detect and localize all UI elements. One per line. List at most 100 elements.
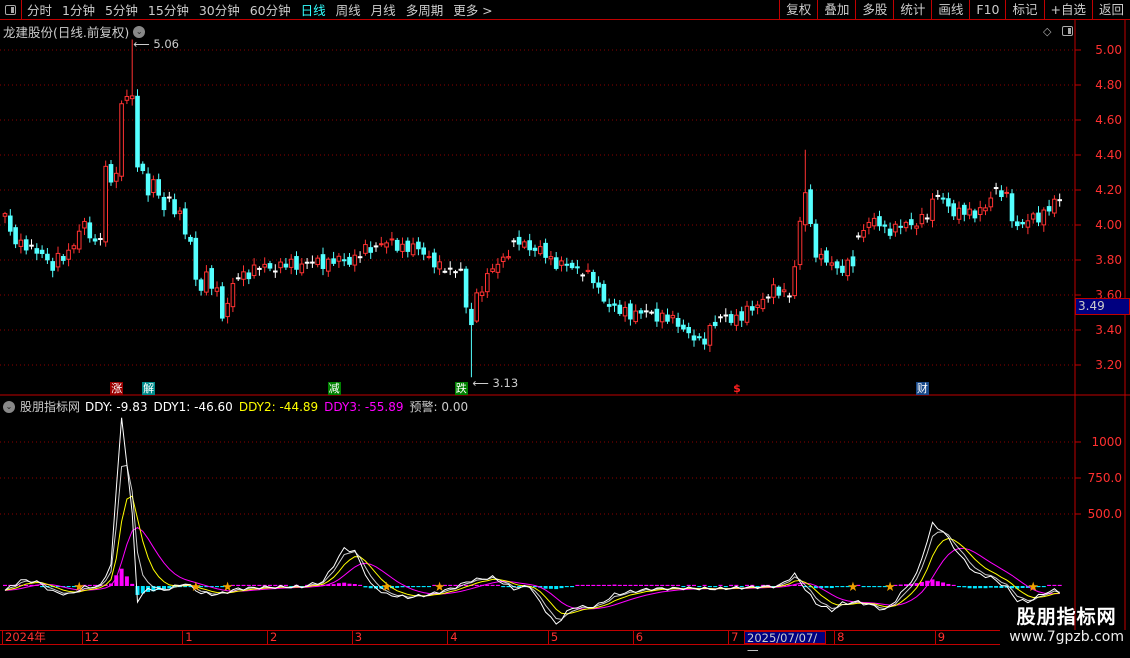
histogram-bar <box>559 586 564 589</box>
toolbar-button-2[interactable]: 多股 <box>855 0 893 20</box>
candle-body <box>98 238 103 241</box>
histogram-bar <box>66 586 71 588</box>
candle-body <box>506 256 511 259</box>
tab-period-10[interactable]: 更多 > <box>448 0 497 19</box>
candle-body <box>363 244 368 254</box>
candle-body <box>172 199 177 215</box>
candle-body <box>903 221 909 229</box>
tab-period-1[interactable]: 1分钟 <box>57 0 100 19</box>
candle-body <box>776 286 782 296</box>
histogram-bar <box>978 586 983 589</box>
candle-body <box>553 257 559 269</box>
tab-period-6[interactable]: 日线 <box>296 0 331 19</box>
layout-toggle-button[interactable] <box>0 0 22 20</box>
candle-body <box>495 263 501 273</box>
histogram-bar <box>999 586 1004 588</box>
star-icon: ★ <box>884 580 896 595</box>
candle-body <box>341 259 347 262</box>
tab-period-3[interactable]: 15分钟 <box>143 0 194 19</box>
tab-period-0[interactable]: 分时 <box>22 0 57 19</box>
candle-body <box>485 273 490 293</box>
histogram-bar <box>363 586 368 588</box>
histogram-bar <box>427 586 431 588</box>
toolbar-button-0[interactable]: 复权 <box>779 0 817 20</box>
tab-period-4[interactable]: 30分钟 <box>194 0 245 19</box>
histogram-bar <box>617 584 622 586</box>
candle-body <box>373 245 379 248</box>
candle-body <box>1009 193 1015 222</box>
chevron-down-icon[interactable]: ⌄ <box>3 400 15 413</box>
toolbar-button-5[interactable]: F10 <box>969 0 1005 20</box>
signal-marker[interactable]: 涨 <box>110 382 124 395</box>
histogram-bar <box>474 584 479 586</box>
toolbar-button-7[interactable]: +自选 <box>1043 0 1092 20</box>
price-axis-label: 4.60 <box>1095 113 1122 127</box>
tab-period-5[interactable]: 60分钟 <box>245 0 296 19</box>
candle-body <box>569 262 575 269</box>
candle-body <box>458 268 464 271</box>
tab-period-7[interactable]: 周线 <box>331 0 366 19</box>
candle-body <box>283 263 289 268</box>
histogram-bar <box>416 586 421 588</box>
candle-body <box>124 96 130 101</box>
signal-marker[interactable]: 跌 <box>454 382 468 395</box>
histogram-bar <box>124 576 129 586</box>
indicator-value: 预警: 0.00 <box>409 400 469 414</box>
histogram-bar <box>421 586 426 588</box>
signal-marker[interactable]: $ <box>730 382 743 395</box>
histogram-bar <box>670 584 675 586</box>
toolbar-button-4[interactable]: 画线 <box>931 0 969 20</box>
candle-body <box>400 243 405 252</box>
indicator-value: DDY1: -46.60 <box>153 400 233 414</box>
toolbar-button-8[interactable]: 返回 <box>1091 0 1130 20</box>
time-axis[interactable]: 2024年 12 1 2 3 4 5 6 7 2025/07/07/一 8 9 <box>0 630 1000 658</box>
candle-body <box>246 272 252 280</box>
candle-body <box>728 314 734 323</box>
toolbar-button-3[interactable]: 统计 <box>893 0 931 20</box>
histogram-bar <box>739 586 744 588</box>
candle-body <box>92 238 98 242</box>
histogram-bar <box>241 584 246 586</box>
candle-body <box>235 277 241 280</box>
signal-marker[interactable]: 减 <box>327 382 341 395</box>
candle-body <box>707 325 713 346</box>
indicator-name: 股朋指标网 <box>20 400 81 414</box>
time-axis-label: 12 <box>81 631 99 644</box>
histogram-bar <box>564 586 569 588</box>
toolbar-button-1[interactable]: 叠加 <box>817 0 855 20</box>
time-axis-label: 2024年 <box>2 631 46 644</box>
histogram-bar <box>1047 584 1052 586</box>
candle-body <box>898 225 904 228</box>
candle-body <box>1004 191 1010 194</box>
candle-body <box>453 271 458 274</box>
candle-body <box>919 213 925 225</box>
candle-body <box>734 314 739 326</box>
indicator-values: DDY: -9.83 DDY1: -46.60 DDY2: -44.89 DDY3: … <box>85 398 474 415</box>
toolbar-button-6[interactable]: 标记 <box>1005 0 1043 20</box>
histogram-bar <box>861 586 866 588</box>
tab-period-9[interactable]: 多周期 <box>401 0 449 19</box>
chart-title: 龙建股份(日线.前复权) ⌄ <box>3 22 146 41</box>
candle-body <box>548 256 554 260</box>
signal-marker[interactable]: 财 <box>915 382 929 395</box>
tab-period-2[interactable]: 5分钟 <box>100 0 143 19</box>
diamond-icon[interactable]: ◇ <box>1043 25 1051 38</box>
candle-body <box>781 289 787 293</box>
candle-body <box>241 271 246 280</box>
histogram-bar <box>866 586 871 588</box>
candle-body <box>681 324 686 330</box>
signal-marker[interactable]: 解 <box>142 382 156 395</box>
histogram-bar <box>400 586 405 588</box>
candle-body <box>760 298 766 310</box>
top-toolbar: 分时 1分钟 5分钟 15分钟 30分钟 60分钟 日线 周线 月线 多周期 更多 > 复权 叠加 多股… <box>0 0 1130 20</box>
candle-body <box>55 252 61 268</box>
candle-body <box>861 229 866 238</box>
panel-icon[interactable] <box>1062 26 1073 36</box>
candle-body <box>712 321 718 327</box>
period-tabs: 分时 1分钟 5分钟 15分钟 30分钟 60分钟 日线 周线 月线 多周期 更多 > <box>22 0 498 19</box>
tab-period-8[interactable]: 月线 <box>366 0 401 19</box>
chart-canvas[interactable]: ★ ★ ★ ★ ★ ★ ★ ★ <box>0 0 1130 650</box>
candle-body <box>167 196 172 199</box>
histogram-bar <box>501 586 506 588</box>
candle-body <box>50 261 56 271</box>
